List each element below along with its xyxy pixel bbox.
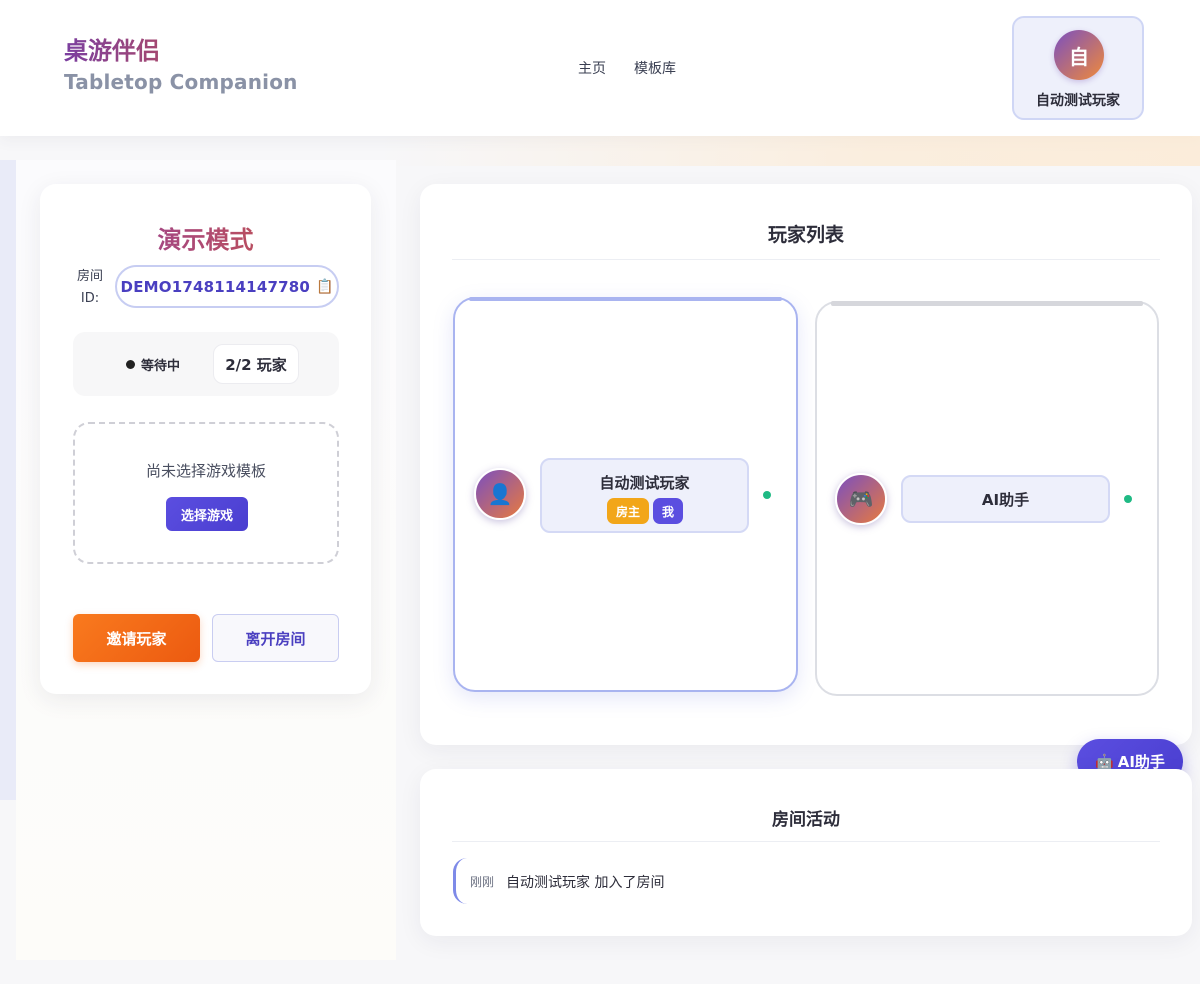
host-badge: 房主 xyxy=(607,498,649,524)
room-info-card: 演示模式 房间 ID: DEMO1748114147780 📋 等待中 2/2 … xyxy=(40,184,371,694)
room-id-label: 房间 ID: xyxy=(76,269,103,306)
invite-players-button[interactable]: 邀请玩家 xyxy=(73,614,200,662)
player-avatar: 👤 xyxy=(474,468,526,520)
room-activity-card: 房间活动 刚刚 自动测试玩家 加入了房间 xyxy=(420,769,1192,936)
template-placeholder-text: 尚未选择游戏模板 xyxy=(145,462,266,480)
activity-time: 刚刚 xyxy=(470,875,495,889)
player-slot[interactable]: 👤 自动测试玩家 房主 我 xyxy=(453,297,798,692)
player-list-card: 玩家列表 👤 自动测试玩家 房主 我 🎮 AI助手 xyxy=(420,184,1192,745)
game-template-selector: 尚未选择游戏模板 选择游戏 xyxy=(73,422,339,564)
online-status-dot xyxy=(763,491,771,499)
demo-mode-title: 演示模式 xyxy=(40,220,371,255)
activity-divider xyxy=(452,841,1160,842)
main-nav: 主页 模板库 xyxy=(578,58,676,78)
app-header: 桌游伴侣 Tabletop Companion 主页 模板库 自 自动测试玩家 xyxy=(0,0,1200,136)
gamepad-icon: 🎮 xyxy=(848,487,874,511)
user-avatar: 自 xyxy=(1054,30,1104,80)
player-count-badge: 2/2 玩家 xyxy=(213,344,299,384)
room-status-row: 等待中 2/2 玩家 xyxy=(73,332,339,396)
clipboard-icon[interactable]: 📋 xyxy=(316,279,333,295)
player-name-box: AI助手 xyxy=(901,475,1110,523)
header-glow xyxy=(380,136,1200,166)
user-name: 自动测试玩家 xyxy=(1036,93,1120,109)
robot-icon: 🤖 xyxy=(1095,752,1114,771)
player-name: AI助手 xyxy=(981,491,1030,509)
brand-title-en: Tabletop Companion xyxy=(64,70,298,94)
leave-room-button[interactable]: 离开房间 xyxy=(212,614,339,662)
player-avatar: 🎮 xyxy=(835,473,887,525)
room-status-text: 等待中 xyxy=(141,359,181,374)
user-icon: 👤 xyxy=(487,482,513,506)
brand-logo[interactable]: 桌游伴侣 Tabletop Companion xyxy=(64,36,298,94)
player-name-box: 自动测试玩家 房主 我 xyxy=(540,458,749,533)
player-name: 自动测试玩家 xyxy=(599,474,690,492)
left-edge-background xyxy=(0,160,16,800)
select-game-button[interactable]: 选择游戏 xyxy=(166,497,248,531)
nav-templates-link[interactable]: 模板库 xyxy=(634,58,676,78)
room-activity-title: 房间活动 xyxy=(772,810,840,830)
brand-title-cn: 桌游伴侣 xyxy=(64,36,298,66)
status-dot-icon xyxy=(126,360,135,369)
player-slot[interactable]: 🎮 AI助手 xyxy=(815,301,1159,696)
nav-home-link[interactable]: 主页 xyxy=(578,58,606,78)
me-badge: 我 xyxy=(653,498,683,524)
online-status-dot xyxy=(1124,495,1132,503)
user-profile-card[interactable]: 自 自动测试玩家 xyxy=(1012,16,1144,120)
player-list-divider xyxy=(452,259,1160,260)
room-id-box[interactable]: DEMO1748114147780 📋 xyxy=(115,265,339,308)
activity-text: 自动测试玩家 加入了房间 xyxy=(506,875,665,891)
activity-item: 刚刚 自动测试玩家 加入了房间 xyxy=(453,858,753,904)
room-id-value: DEMO1748114147780 xyxy=(120,277,311,296)
player-list-title: 玩家列表 xyxy=(767,224,844,246)
